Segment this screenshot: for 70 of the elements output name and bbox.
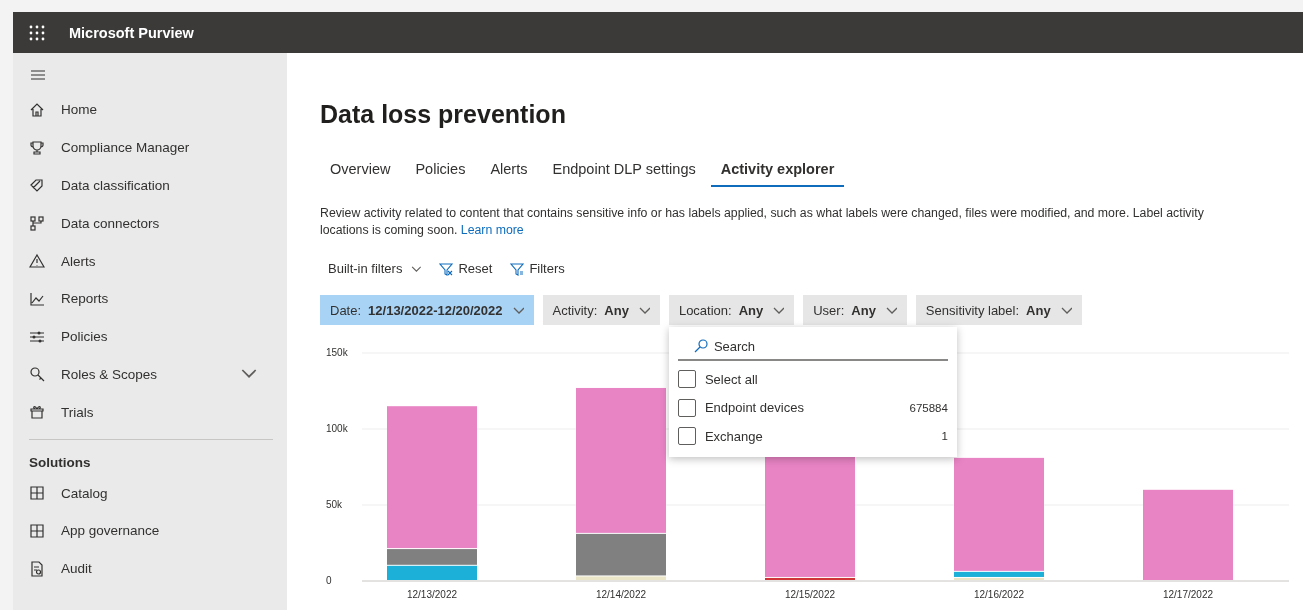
filter-chip[interactable]: Date: 12/13/2022-12/20/2022 bbox=[320, 295, 534, 325]
menu-icon[interactable] bbox=[31, 69, 45, 81]
filter-chip[interactable]: User: Any bbox=[803, 295, 907, 325]
learn-more-link[interactable]: Learn more bbox=[460, 223, 524, 237]
axis-label: 12/14/2022 bbox=[595, 589, 647, 600]
option-label: Exchange bbox=[704, 429, 764, 444]
chevron-icon bbox=[1060, 306, 1072, 314]
nav-item[interactable]: Roles & Scopes bbox=[29, 355, 273, 394]
tab[interactable]: Endpoint DLP settings bbox=[542, 155, 706, 187]
nav-item[interactable]: Alerts bbox=[29, 242, 273, 280]
nav-item[interactable]: Trials bbox=[29, 393, 273, 432]
key-icon bbox=[29, 366, 45, 383]
nav-item[interactable]: Data connectors bbox=[29, 204, 273, 243]
toolbar-button[interactable]: Filters bbox=[508, 257, 567, 280]
axis-label: 0 bbox=[326, 575, 332, 586]
tab[interactable]: Policies bbox=[405, 155, 476, 187]
axis-label: 150k bbox=[326, 347, 348, 358]
tab[interactable]: Overview bbox=[320, 155, 401, 187]
tag-icon bbox=[29, 177, 45, 194]
axis-label: 12/16/2022 bbox=[973, 589, 1025, 600]
axis-label: 12/13/2022 bbox=[406, 589, 458, 600]
tab[interactable]: Alerts bbox=[480, 155, 538, 187]
nav-item[interactable]: App governance bbox=[29, 511, 273, 550]
grid-icon bbox=[29, 522, 45, 539]
filter-chip[interactable]: Activity: Any bbox=[542, 295, 660, 325]
filter-chip[interactable]: Sensitivity label: Any bbox=[915, 295, 1082, 325]
axis-label: 100k bbox=[326, 423, 348, 434]
chevron-icon bbox=[885, 306, 897, 314]
option-label: Select all bbox=[704, 371, 759, 387]
checkbox[interactable] bbox=[677, 398, 696, 417]
nav-item[interactable]: Home bbox=[29, 91, 273, 129]
tab[interactable]: Activity explorer bbox=[710, 155, 845, 187]
axis-label: 12/15/2022 bbox=[784, 589, 836, 600]
warning-icon bbox=[29, 253, 45, 270]
grid-icon bbox=[29, 485, 45, 502]
document-icon bbox=[29, 560, 45, 577]
app-title: Microsoft Purview bbox=[69, 24, 194, 41]
axis-label: 12/17/2022 bbox=[1162, 589, 1214, 600]
description-text: Review activity related to content that contains sensitive info or has labels applied, such as what labels were changed, files were modified, and more. Label activity locations is coming soon. Learn more bbox=[320, 205, 1205, 239]
toolbar-button[interactable]: Built-in filters bbox=[326, 257, 424, 280]
section-heading: Solutions bbox=[29, 453, 92, 472]
chevron-icon bbox=[638, 306, 650, 314]
app-launcher-icon[interactable] bbox=[29, 24, 45, 41]
search-icon bbox=[693, 339, 708, 353]
nav-item[interactable]: Audit bbox=[29, 549, 273, 588]
option-label: Endpoint devices bbox=[704, 400, 805, 416]
option-count: 675884 bbox=[909, 401, 948, 414]
trophy-icon bbox=[29, 139, 45, 156]
axis-label: 50k bbox=[326, 499, 343, 510]
checkbox[interactable] bbox=[677, 427, 696, 446]
gift-icon bbox=[29, 404, 45, 421]
nav-item[interactable]: Reports bbox=[29, 280, 273, 318]
nav-item[interactable]: Data classification bbox=[29, 166, 273, 205]
option-count: 1 bbox=[941, 430, 948, 443]
chevron-icon bbox=[773, 306, 785, 314]
nav-item[interactable]: Catalog bbox=[29, 474, 273, 512]
filter-icon bbox=[510, 261, 525, 276]
toolbar-button[interactable]: Reset bbox=[437, 257, 495, 280]
filter-chip[interactable]: Location: Any bbox=[668, 295, 795, 325]
chevron-icon bbox=[411, 265, 422, 272]
checkbox[interactable] bbox=[677, 370, 696, 389]
connector-icon bbox=[29, 215, 45, 232]
nav-item[interactable]: Policies bbox=[29, 317, 273, 356]
search-field[interactable]: Search bbox=[713, 336, 914, 356]
clear-filter-icon bbox=[439, 261, 454, 276]
home-icon bbox=[29, 101, 45, 118]
chevron-icon bbox=[512, 306, 524, 314]
line-chart-icon bbox=[29, 290, 45, 307]
page-title: Data loss prevention bbox=[320, 100, 567, 129]
nav-item[interactable]: Compliance Manager bbox=[29, 128, 273, 167]
